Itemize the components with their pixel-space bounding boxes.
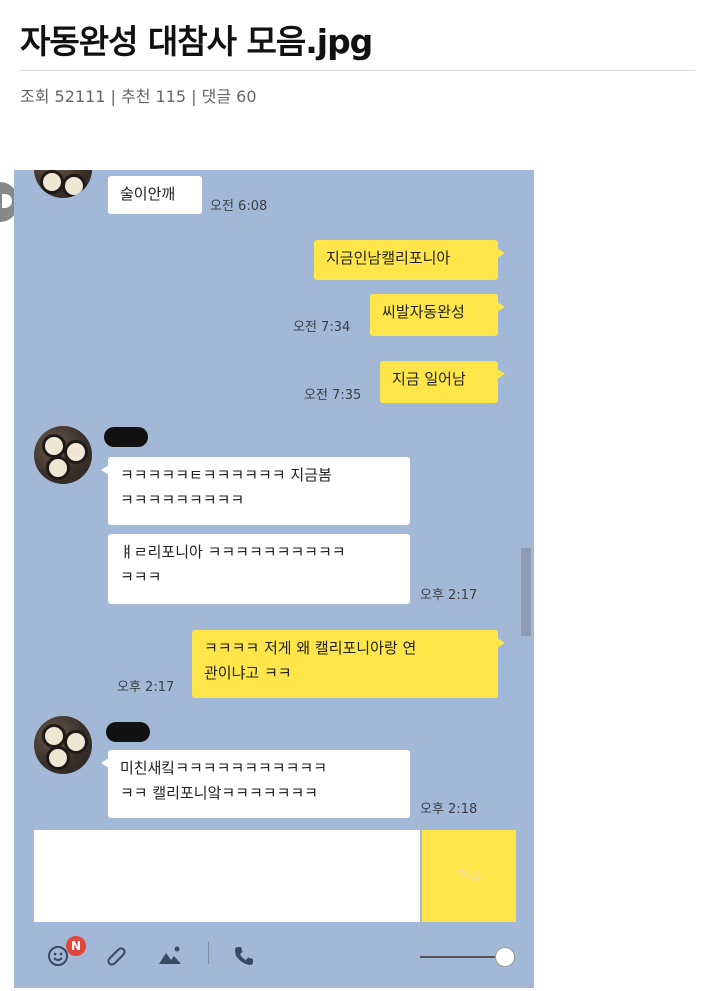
message-bubble: 미친새킼ㅋㅋㅋㅋㅋㅋㅋㅋㅋㅋㅋ ㅋㅋ 캘리포니앜ㅋㅋㅋㅋㅋㅋㅋ bbox=[101, 750, 410, 818]
post-title: 자동완성 대참사 모음.jpg bbox=[20, 22, 373, 61]
message-bubble: ㅋㅋㅋㅋㅋㅌㅋㅋㅋㅋㅋㅋ 지금봄 ㅋㅋㅋㅋㅋㅋㅋㅋㅋ bbox=[101, 457, 410, 525]
sender-name-redacted bbox=[106, 722, 150, 742]
message-time: 오후 2:17 bbox=[420, 588, 478, 603]
chat-scrollbar[interactable] bbox=[521, 548, 531, 636]
size-slider-track[interactable] bbox=[420, 956, 506, 958]
avatar bbox=[34, 426, 92, 484]
message-bubble: 술이안깨 bbox=[108, 176, 202, 214]
message-input[interactable] bbox=[34, 830, 420, 922]
message-bubble: 지금 일어남 bbox=[380, 361, 505, 403]
new-badge: N bbox=[66, 936, 86, 956]
phone-icon[interactable] bbox=[230, 942, 258, 970]
message-time: 오전 7:34 bbox=[293, 320, 351, 335]
message-time: 오전 7:35 bbox=[304, 388, 362, 403]
send-button[interactable]: 전송 bbox=[422, 830, 516, 922]
toolbar-separator bbox=[208, 942, 209, 964]
sender-name-redacted bbox=[104, 427, 148, 447]
message-time: 오후 2:17 bbox=[117, 680, 175, 695]
message-bubble: 지금인남캘리포니아 bbox=[314, 240, 505, 280]
message-bubble: 씨발자동완성 bbox=[370, 294, 505, 336]
attachment-icon[interactable] bbox=[102, 942, 130, 970]
avatar bbox=[34, 170, 92, 198]
message-time: 오전 6:08 bbox=[210, 199, 268, 214]
title-divider bbox=[20, 70, 695, 71]
avatar bbox=[34, 716, 92, 774]
post-meta: 조회 52111 | 추천 115 | 댓글 60 bbox=[20, 87, 257, 106]
message-bubble: ㅒㄹ리포니아 ㅋㅋㅋㅋㅋㅋㅋㅋㅋㅋ ㅋㅋㅋ bbox=[108, 534, 410, 604]
chat-toolbar bbox=[14, 932, 534, 988]
chat-screenshot: 술이안깨 오전 6:08 지금인남캘리포니아 씨발자동완성 오전 7:34 지금… bbox=[14, 170, 534, 988]
photo-icon[interactable] bbox=[156, 942, 184, 970]
message-time: 오후 2:18 bbox=[420, 802, 478, 817]
message-bubble: ㅋㅋㅋㅋ 저게 왜 캘리포니아랑 연 관이냐고 ㅋㅋ bbox=[192, 630, 505, 698]
size-slider-handle[interactable] bbox=[495, 947, 515, 967]
